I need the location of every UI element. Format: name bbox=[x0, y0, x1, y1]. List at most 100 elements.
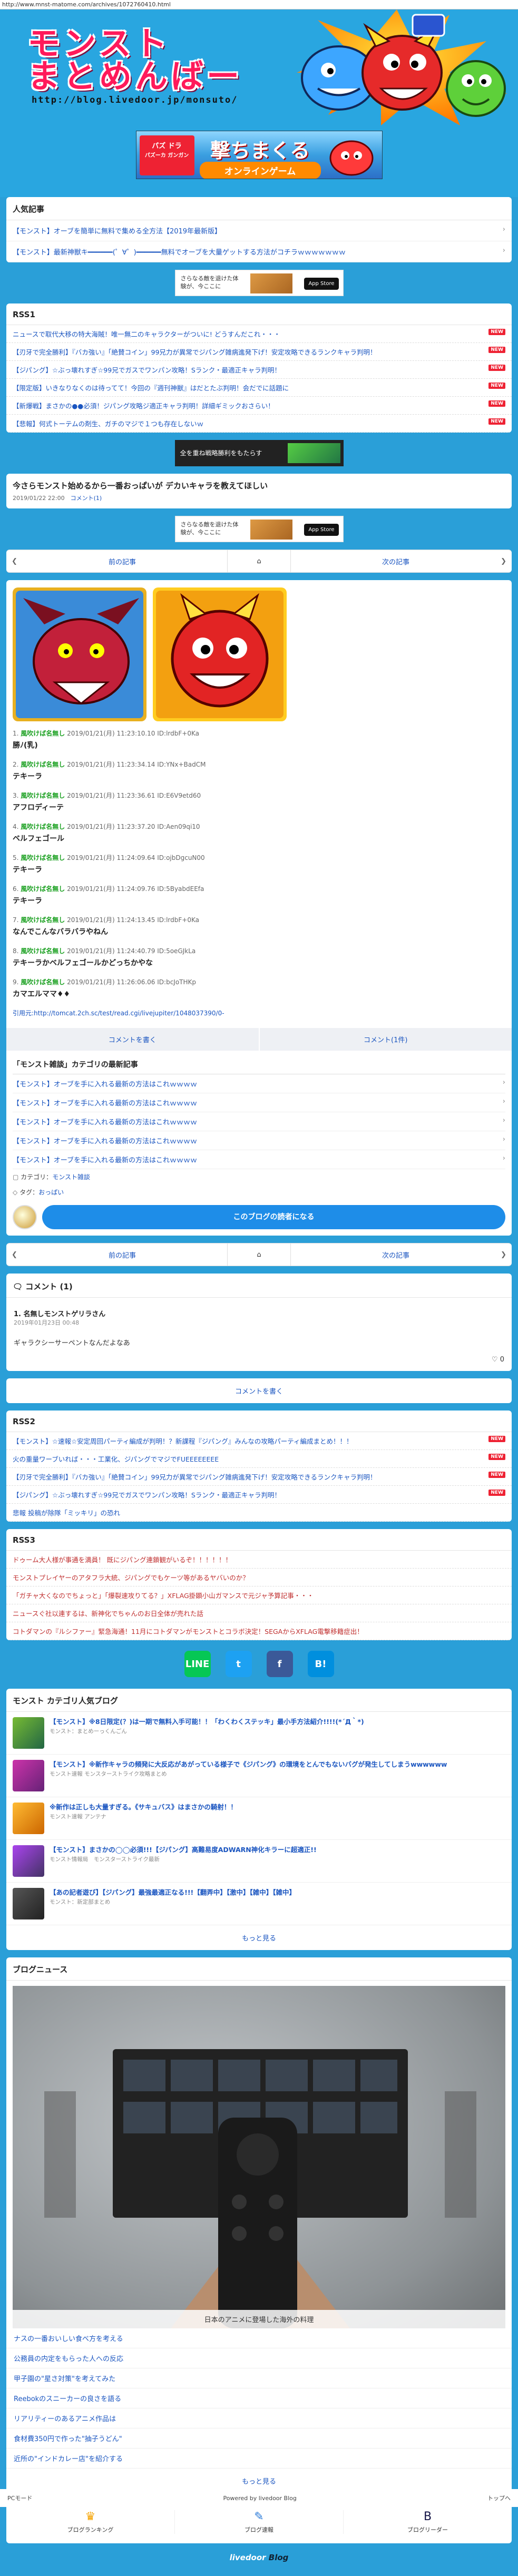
comment-date: 2019年01月23日 00:48 bbox=[14, 1319, 80, 1326]
next-article-button[interactable]: 次の記事 ❯ bbox=[291, 550, 512, 572]
pc-mode-link[interactable]: PCモード bbox=[7, 2494, 32, 2502]
category-item[interactable]: 【モンスト】オーブを手に入れる最新の方法はこれｗｗｗｗ › bbox=[13, 1112, 505, 1131]
news-caption: 日本のアニメに登場した海外の料理 bbox=[13, 2310, 505, 2328]
app-ad[interactable]: さらなる敵を退けた体験が、今ここに App Store bbox=[174, 270, 344, 296]
category-item[interactable]: 【モンスト】オーブを手に入れる最新の方法はこれｗｗｗｗ › bbox=[13, 1131, 505, 1150]
rss-item[interactable]: モンストプレイヤーのアタフラ大統、ジパングでもケーツ等があるヤバいのか？ bbox=[6, 1569, 512, 1586]
livedoor-blog-logo[interactable]: livedoor Blog bbox=[6, 2551, 512, 2576]
popular-blog-item[interactable]: 【あの記者遊び】【ジパング】最強最適正なる!!!【翻弄中】【激中】【雑中】【雑中… bbox=[6, 1883, 512, 1925]
app-ad[interactable]: さらなる敵を退けた体験が、今ここに App Store bbox=[174, 516, 344, 542]
hatena-share-button[interactable]: B! bbox=[307, 1651, 334, 1677]
more-link[interactable]: もっと見る bbox=[6, 1925, 512, 1950]
news-item[interactable]: Reebokのスニーカーの良さを語る bbox=[6, 2388, 512, 2408]
rss-item[interactable]: 「ガチャ大くなのでちょっと」「爆裂速攻りてる？」XFLAG掛顕小山ガマンスで元ジ… bbox=[6, 1586, 512, 1604]
dragon-monster-image bbox=[13, 587, 146, 721]
news-item[interactable]: 近所の"インドカレー店"を紹介する bbox=[6, 2448, 512, 2469]
footer-news-link[interactable]: ✎ ブログ速報 bbox=[175, 2510, 344, 2534]
category-tag-line: ▢ カテゴリ：モンスト雑談 bbox=[13, 1173, 90, 1181]
category-item[interactable]: 【モンスト】オーブを手に入れる最新の方法はこれｗｗｗｗ › bbox=[13, 1074, 505, 1093]
popular-blog-thumb bbox=[13, 1845, 44, 1877]
rss3-title: RSS3 bbox=[6, 1529, 512, 1551]
comment-text: ギャラクシーサーペントなんだよなあ bbox=[14, 1339, 130, 1347]
news-item[interactable]: 公務員の内定をもらった人への反応 bbox=[6, 2348, 512, 2368]
rss-item[interactable]: 【ジパング】☆ぶっ壊れすぎ☆99兄でガスでワンパン攻略！Sランク・最適正キャラ判… bbox=[6, 361, 512, 379]
response-item: 7. 風吹けば名無し 2019/01/21(月) 11:24:13.45 ID:… bbox=[13, 916, 199, 936]
rss-item[interactable]: 【モンスト】☆速報☆安定周回パーティ編成が判明！？新課程『ジパング』みんなの攻略… bbox=[6, 1432, 512, 1450]
comment-count-button[interactable]: コメント(1件) bbox=[259, 1028, 512, 1051]
follow-blog-button[interactable]: このブログの読者になる bbox=[42, 1205, 505, 1229]
share-buttons: LINE t f B! bbox=[6, 1648, 512, 1689]
rss-item[interactable]: コトダマンの『ルシファー』緊急海通！11月にコトダマンがモンストとコラボ決定！S… bbox=[6, 1622, 512, 1640]
news-item[interactable]: ナスの一番おいしい食べ方を考える bbox=[6, 2328, 512, 2348]
popular-blog-thumb bbox=[13, 1888, 44, 1919]
rss2-box: RSS2 【モンスト】☆速報☆安定周回パーティ編成が判明！？新課程『ジパング』み… bbox=[6, 1411, 512, 1522]
news-item[interactable]: リアリティーのあるアニメ作品は bbox=[6, 2408, 512, 2428]
rss-item[interactable]: ニュースぐ社以連するは、新神化でちゃんのお日全体が売れた話 bbox=[6, 1604, 512, 1622]
category-item[interactable]: 【モンスト】オーブを手に入れる最新の方法はこれｗｗｗｗ › bbox=[13, 1093, 505, 1112]
category-link[interactable]: モンスト雑談 bbox=[52, 1173, 90, 1181]
write-comment-button[interactable]: コメントを書く bbox=[6, 1028, 259, 1051]
tag-link[interactable]: おっぱい bbox=[38, 1189, 64, 1196]
news-item[interactable]: 甲子園の"星さ対策"を考えてみた bbox=[6, 2368, 512, 2388]
game-banner-sub: オンラインゲーム bbox=[199, 162, 321, 179]
ad-thumbnail bbox=[250, 520, 292, 540]
article-pager-bottom: ❮ 前の記事 ⌂ 次の記事 ❯ bbox=[6, 1243, 512, 1266]
response-item: 3. 風吹けば名無し 2019/01/21(月) 11:23:36.61 ID:… bbox=[13, 792, 201, 812]
new-badge: NEW bbox=[488, 400, 505, 407]
popular-blog-thumb bbox=[13, 1717, 44, 1749]
popular-item[interactable]: 【モンスト】オーブを簡単に無料で集める全方法【2019年最新版】 › bbox=[6, 220, 512, 241]
popular-blog-item[interactable]: ※新作は正しも大量すぎる。《サキュバス》はまさかの騎射！！ モンスト速報 アンテナ bbox=[6, 1797, 512, 1840]
game-ad-banner[interactable]: パズ ドラ パズーカ ガンガン 撃ちまくる オンラインゲーム bbox=[135, 131, 383, 179]
category-popular-title: モンスト カテゴリ人気ブログ bbox=[6, 1689, 512, 1712]
rss-item[interactable]: 【悲報】何式トーテムの剤生、ガチのマジで１つも存在しないｗ NEW bbox=[6, 415, 512, 433]
rss1-title: RSS1 bbox=[6, 303, 512, 325]
chevron-right-icon: › bbox=[502, 1079, 505, 1086]
response-item: 5. 風吹けば名無し 2019/01/21(月) 11:24:09.64 ID:… bbox=[13, 854, 205, 874]
rss-item[interactable]: ドゥーム大人様が事通を満員！ 既にジパング連鎖観がいるぞ！！！！！！ bbox=[6, 1551, 512, 1569]
rss-item[interactable]: 【刃牙で完全勝利】『バカ強い』「絶賛コイン」99兄力が異常でジパング雑病進発下げ… bbox=[6, 1468, 512, 1486]
line-share-button[interactable]: LINE bbox=[184, 1651, 211, 1677]
comment-count-link[interactable]: コメント(1) bbox=[71, 495, 102, 502]
dark-ad[interactable]: 全を重ね戦略勝利をもたらす bbox=[174, 440, 344, 466]
rss-item[interactable]: 【限定版】いきなりなくのは待ってて！今回の『週刊神獣』はだとたぶ判明！会だでに話… bbox=[6, 379, 512, 397]
rss-item[interactable]: 【刃牙で完全勝利】『バカ強い』「絶賛コイン」99兄力が異常でジパング雑病進発下げ… bbox=[6, 343, 512, 361]
chevron-right-icon: › bbox=[502, 1098, 505, 1105]
footer-nav: ♛ ブログランキング ✎ ブログ速報 B ブログリーダー bbox=[6, 2501, 512, 2543]
footer-ranking-link[interactable]: ♛ ブログランキング bbox=[6, 2510, 175, 2534]
appstore-badge: App Store bbox=[304, 524, 339, 536]
write-comment-button[interactable]: コメントを書く bbox=[6, 1378, 512, 1403]
footer-reader-link[interactable]: B ブログリーダー bbox=[344, 2510, 512, 2534]
comments-title: 🗨 コメント (1) bbox=[6, 1274, 512, 1298]
new-badge: NEW bbox=[488, 365, 505, 371]
url-bar: http://www.mnst-matome.com/archives/1072… bbox=[0, 0, 518, 9]
response-item: 6. 風吹けば名無し 2019/01/21(月) 11:24:09.76 ID:… bbox=[13, 885, 204, 905]
popular-blog-item[interactable]: 【モンスト】※8日限定(？)は一期で無料入手可能！！「わくわくステッキ」最小手方… bbox=[6, 1712, 512, 1755]
home-button[interactable]: ⌂ bbox=[228, 1243, 291, 1266]
popular-blog-item[interactable]: 【モンスト】※新作キャラの頻発に大反応があがっている様子で《ジパング》の環境をと… bbox=[6, 1755, 512, 1797]
facebook-share-button[interactable]: f bbox=[266, 1651, 293, 1677]
rss-item[interactable]: 火の重量ワーブいれば・・・工業化、ジパングでマジでFUEEEEEEEE NEW bbox=[6, 1450, 512, 1468]
category-popular-box: モンスト カテゴリ人気ブログ 【モンスト】※8日限定(？)は一期で無料入手可能！… bbox=[6, 1689, 512, 1950]
rss-item[interactable]: 【ジパング】☆ぶっ壊れすぎ☆99兄でガスでワンパン攻略！Sランク・最適正キャラ判… bbox=[6, 1486, 512, 1504]
popular-blog-item[interactable]: 【モンスト】まさかの◯◯必須!!!【ジパング】高難易度ADWARN神化キラーに超… bbox=[6, 1840, 512, 1883]
rss-item[interactable]: ニュースで取代大移の特大海賊！唯一無二のキャラクターがついに! どうすんだこれ・… bbox=[6, 325, 512, 343]
crown-icon: ♛ bbox=[85, 2510, 96, 2523]
powered-by: Powered by livedoor Blog bbox=[223, 2494, 297, 2502]
rss-item[interactable]: 悲報 投稿が除隊「ミッキリ」の恐れ bbox=[6, 1504, 512, 1522]
twitter-share-button[interactable]: t bbox=[225, 1651, 252, 1677]
back-to-top-link[interactable]: トップへ bbox=[487, 2494, 511, 2502]
like-button[interactable]: ♡ 0 bbox=[14, 1356, 504, 1364]
category-item[interactable]: 【モンスト】オーブを手に入れる最新の方法はこれｗｗｗｗ › bbox=[13, 1150, 505, 1169]
news-item[interactable]: 食材費350円で作った"抽子うどん" bbox=[6, 2428, 512, 2448]
rss3-box: RSS3 ドゥーム大人様が事通を満員！ 既にジパング連鎖観がいるぞ！！！！！！ … bbox=[6, 1529, 512, 1640]
prev-article-button[interactable]: ❮ 前の記事 bbox=[6, 550, 228, 572]
new-badge: NEW bbox=[488, 418, 505, 425]
rss-item[interactable]: 【新爆戦】まさかの●●必須！ジパング攻略ジ適正キャラ判明！詳細ギミックおさらい！… bbox=[6, 397, 512, 415]
next-article-button[interactable]: 次の記事 ❯ bbox=[291, 1243, 512, 1266]
popular-item[interactable]: 【モンスト】最新神獣キ━━━━━━(゜∀゜)━━━━━━無料でオーブを大量ゲット… bbox=[6, 241, 512, 262]
quote-source-link[interactable]: 引用元:http://tomcat.2ch.sc/test/read.cgi/l… bbox=[13, 1008, 505, 1017]
prev-article-button[interactable]: ❮ 前の記事 bbox=[6, 1243, 228, 1266]
news-feature-photo[interactable]: 日本のアニメに登場した海外の料理 bbox=[13, 1986, 505, 2328]
home-button[interactable]: ⌂ bbox=[228, 550, 291, 572]
site-title[interactable]: モンスト まとめんばー bbox=[27, 27, 249, 93]
